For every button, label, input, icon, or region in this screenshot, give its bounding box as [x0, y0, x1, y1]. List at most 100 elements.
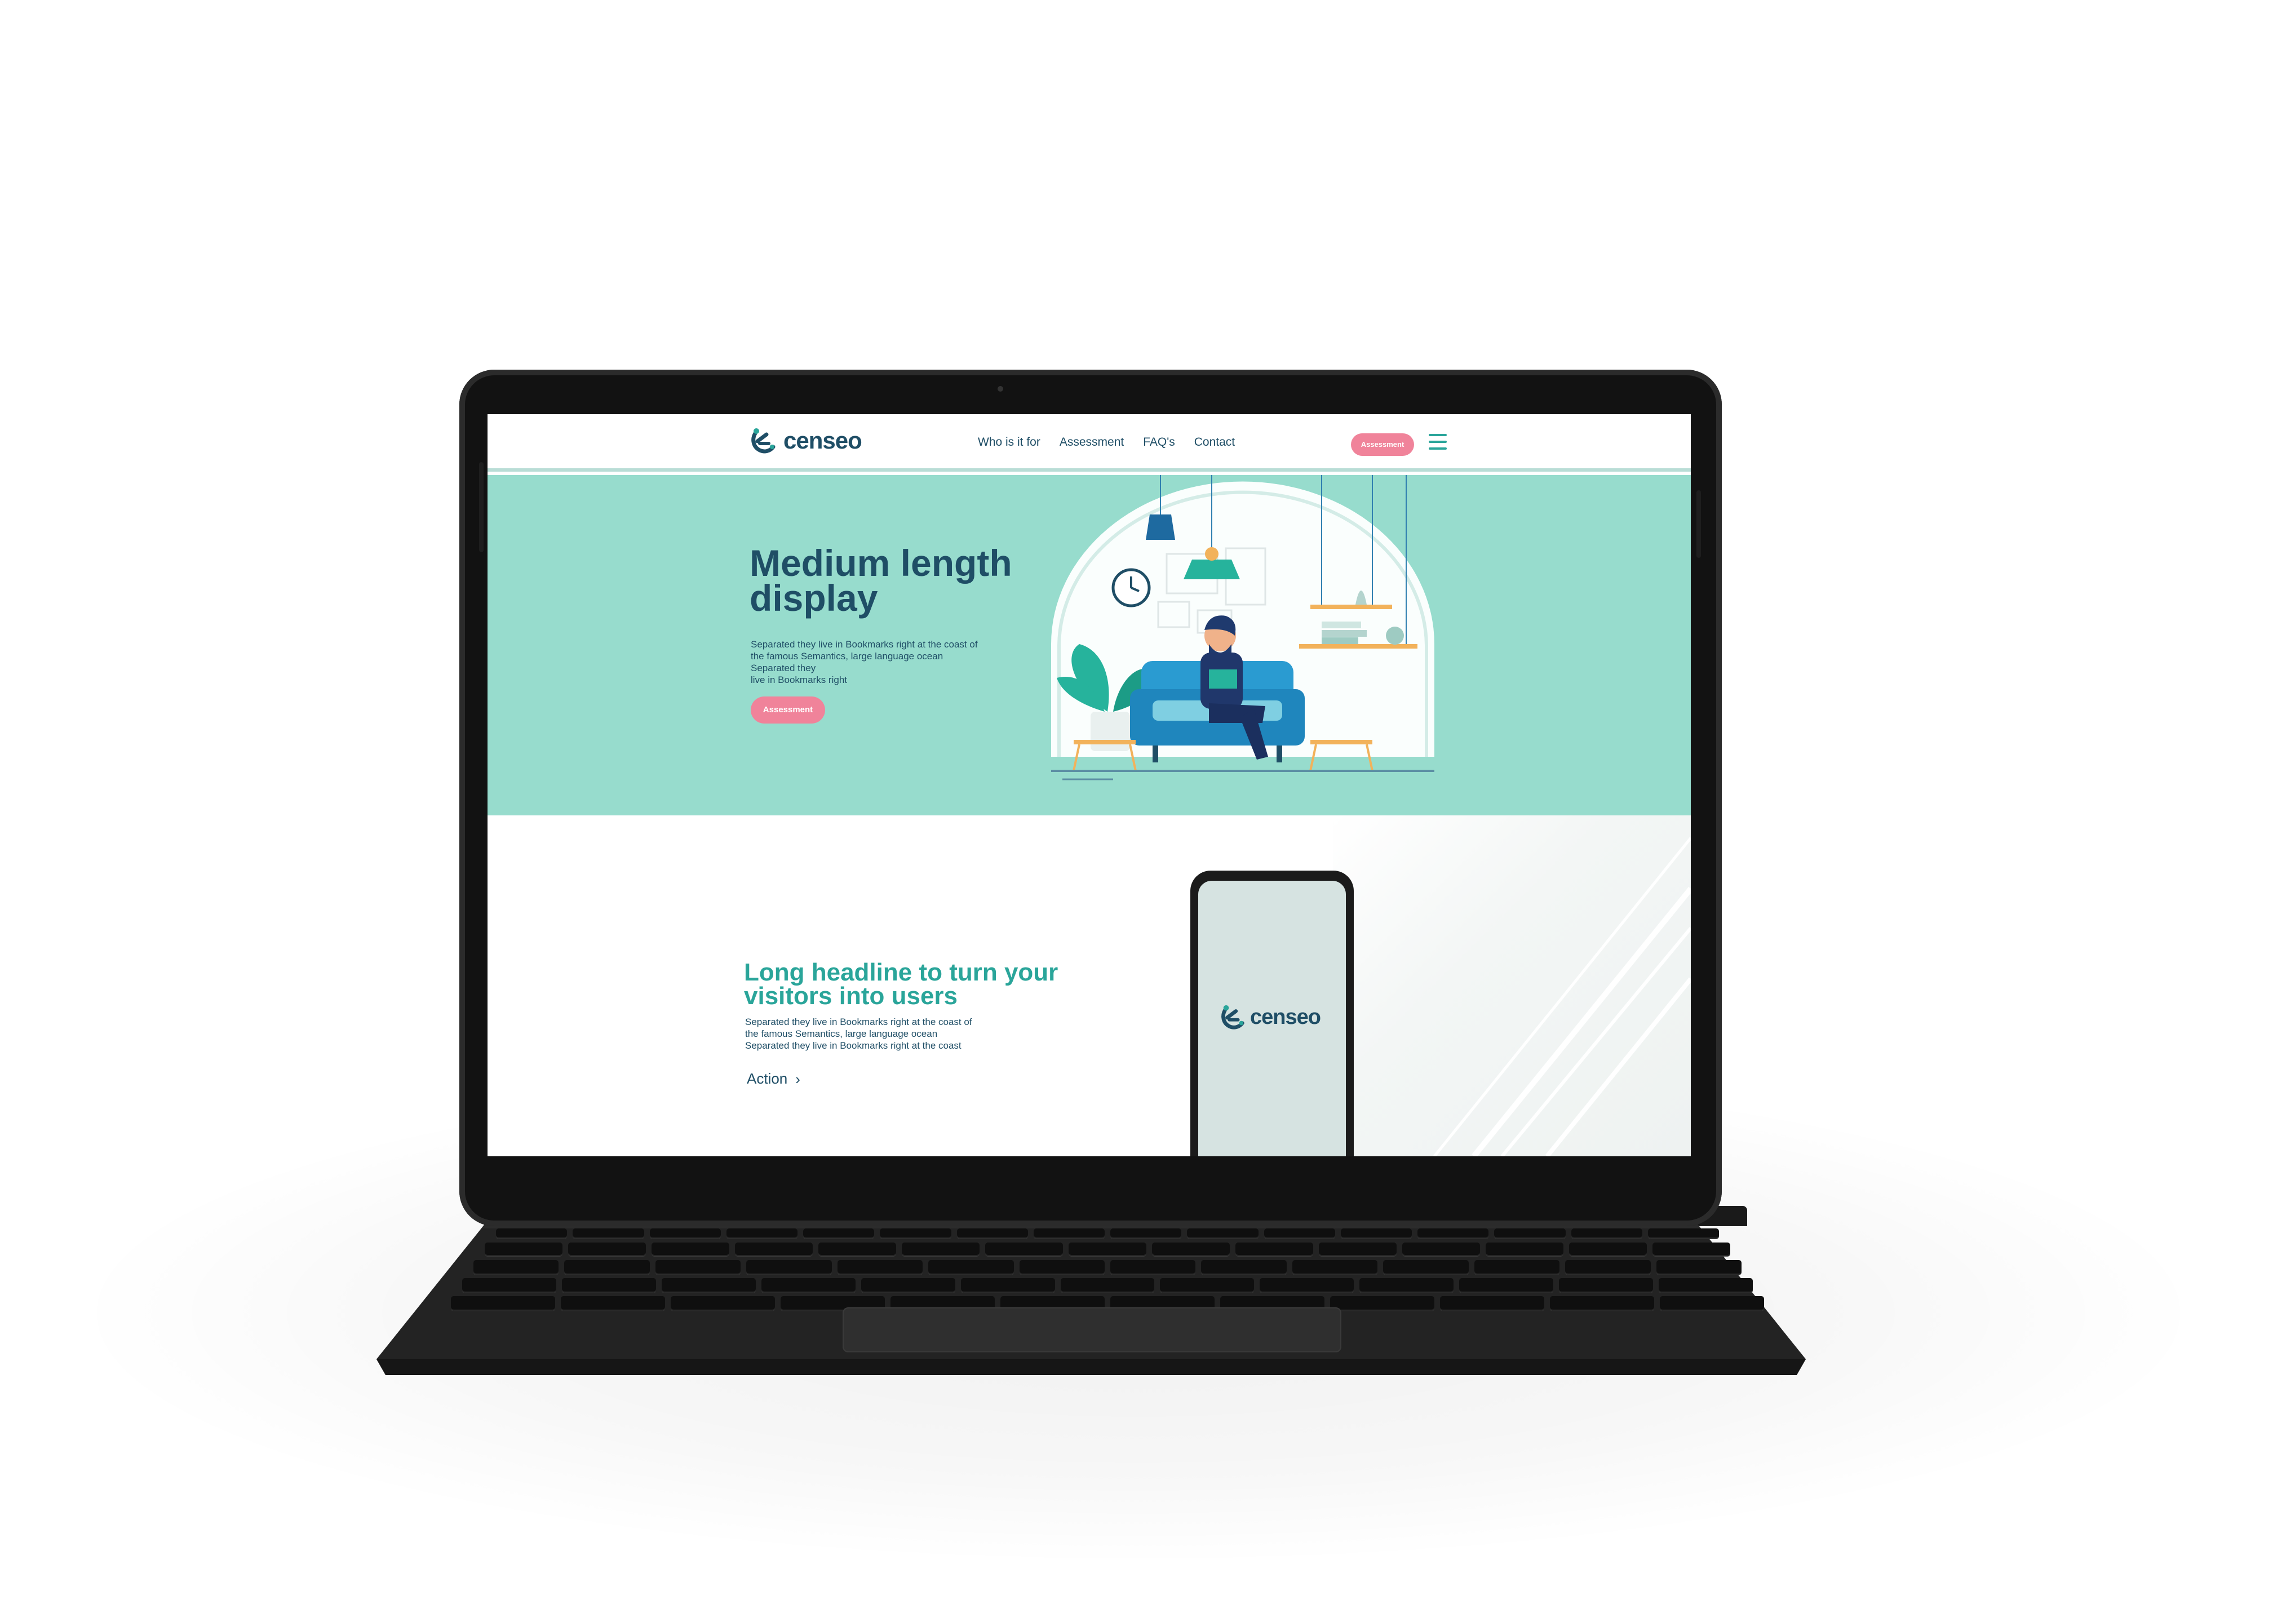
keyboard-key[interactable]	[568, 1243, 646, 1256]
keyboard-key[interactable]	[1571, 1228, 1642, 1239]
feature-subtitle-line: the famous Semantics, large language oce…	[745, 1028, 938, 1039]
phone-mockup: censeo	[1190, 871, 1354, 1156]
keyboard-key[interactable]	[561, 1296, 665, 1311]
keyboard-key[interactable]	[1656, 1260, 1742, 1275]
keyboard-key[interactable]	[1152, 1243, 1230, 1256]
keyboard-key[interactable]	[726, 1228, 797, 1239]
phone-screen: censeo	[1198, 881, 1346, 1156]
keyboard-key[interactable]	[1319, 1243, 1397, 1256]
keyboard-key[interactable]	[1494, 1228, 1566, 1239]
action-link[interactable]: Action ›	[747, 1070, 800, 1088]
phone-censeo-logo: censeo	[1220, 1004, 1321, 1031]
background-stripes	[1333, 815, 1691, 1156]
stripes-decoration	[1433, 837, 1691, 1156]
keyboard-key[interactable]	[1359, 1278, 1454, 1293]
keyboard-key[interactable]	[1060, 1278, 1155, 1293]
keyboard-key[interactable]	[1440, 1296, 1544, 1311]
power-button	[1696, 490, 1701, 558]
keyboard-key[interactable]	[1264, 1228, 1335, 1239]
keyboard-key[interactable]	[880, 1228, 951, 1239]
nav-assessment-button[interactable]: Assessment	[1351, 433, 1414, 456]
feature-subtitle: Separated they live in Bookmarks right a…	[745, 1016, 1038, 1051]
keyboard-key[interactable]	[1160, 1278, 1255, 1293]
censeo-logo-icon	[751, 428, 776, 454]
keyboard-key[interactable]	[1569, 1243, 1647, 1256]
trackpad[interactable]	[843, 1307, 1341, 1352]
phone-logo-text: censeo	[1250, 1005, 1321, 1029]
hero-subtitle-line: the famous Semantics, large language oce…	[751, 651, 943, 662]
keyboard-key[interactable]	[1652, 1243, 1730, 1256]
action-label: Action	[747, 1070, 788, 1087]
top-navigation: censeo Who is it for Assessment FAQ's Co…	[488, 414, 1691, 472]
chevron-right-icon: ›	[795, 1070, 800, 1088]
nav-link-who-is-it-for[interactable]: Who is it for	[978, 436, 1040, 449]
keyboard-key[interactable]	[1565, 1260, 1651, 1275]
keyboard-key[interactable]	[655, 1260, 741, 1275]
keyboard-key[interactable]	[573, 1228, 644, 1239]
keyboard-key[interactable]	[1110, 1228, 1182, 1239]
keyboard-key[interactable]	[746, 1260, 832, 1275]
website-screen: censeo Who is it for Assessment FAQ's Co…	[488, 414, 1691, 1156]
keyboard-key[interactable]	[462, 1278, 556, 1293]
nav-link-contact[interactable]: Contact	[1194, 436, 1235, 449]
keyboard-key[interactable]	[928, 1260, 1014, 1275]
keyboard-key[interactable]	[561, 1278, 656, 1293]
keyboard-key[interactable]	[1201, 1260, 1287, 1275]
keyboard-key[interactable]	[451, 1296, 555, 1311]
hero-subtitle-line: Separated they	[751, 663, 816, 673]
feature-title: Long headline to turn your visitors into…	[744, 959, 1058, 1010]
keyboard-key[interactable]	[735, 1243, 813, 1256]
keyboard-key[interactable]	[652, 1243, 729, 1256]
volume-button	[479, 462, 484, 552]
nav-link-faqs[interactable]: FAQ's	[1143, 436, 1175, 449]
keyboard-key[interactable]	[649, 1228, 721, 1239]
keyboard-key[interactable]	[902, 1243, 980, 1256]
keyboard-key[interactable]	[473, 1260, 559, 1275]
keyboard-key[interactable]	[1187, 1228, 1259, 1239]
hero-section: Medium length display Separated they liv…	[488, 475, 1691, 815]
keyboard-key[interactable]	[1459, 1278, 1554, 1293]
nav-links: Who is it for Assessment FAQ's Contact	[978, 436, 1235, 449]
keyboard-key[interactable]	[803, 1228, 875, 1239]
keyboard-key[interactable]	[837, 1260, 923, 1275]
keyboard-key[interactable]	[956, 1228, 1028, 1239]
keyboard-key[interactable]	[960, 1278, 1055, 1293]
keyboard-key[interactable]	[1550, 1296, 1654, 1311]
keyboard-key[interactable]	[1019, 1260, 1105, 1275]
reading-man-illustration	[1051, 475, 1434, 780]
keyboard-key[interactable]	[1110, 1260, 1196, 1275]
keyboard-key[interactable]	[1340, 1228, 1412, 1239]
keyboard-key[interactable]	[985, 1243, 1063, 1256]
nav-link-assessment[interactable]: Assessment	[1060, 436, 1124, 449]
keyboard-key[interactable]	[1260, 1278, 1354, 1293]
censeo-logo[interactable]: censeo	[750, 427, 862, 455]
keyboard-key[interactable]	[1559, 1278, 1654, 1293]
keyboard-key[interactable]	[1474, 1260, 1560, 1275]
keyboard-key[interactable]	[485, 1243, 562, 1256]
keyboard-key[interactable]	[671, 1296, 775, 1311]
keyboard-key[interactable]	[1647, 1228, 1719, 1239]
keyboard-key[interactable]	[1033, 1228, 1105, 1239]
keyboard-key[interactable]	[1417, 1228, 1489, 1239]
hero-assessment-button[interactable]: Assessment	[751, 696, 825, 724]
keyboard-key[interactable]	[564, 1260, 650, 1275]
keyboard-key[interactable]	[1069, 1243, 1146, 1256]
keyboard-key[interactable]	[1660, 1296, 1764, 1311]
keyboard-key[interactable]	[1659, 1278, 1753, 1293]
keyboard-key[interactable]	[818, 1243, 896, 1256]
keyboard-key[interactable]	[1383, 1260, 1469, 1275]
keyboard-key[interactable]	[1292, 1260, 1378, 1275]
keyboard-key[interactable]	[761, 1278, 856, 1293]
feature-section: Long headline to turn your visitors into…	[488, 815, 1691, 1156]
hamburger-menu-icon[interactable]	[1429, 434, 1447, 451]
keyboard-key[interactable]	[496, 1228, 568, 1239]
logo-text: censeo	[783, 427, 862, 454]
keyboard-key[interactable]	[1235, 1243, 1313, 1256]
keyboard-key[interactable]	[1330, 1296, 1434, 1311]
feature-subtitle-line: Separated they live in Bookmarks right a…	[745, 1017, 972, 1027]
keyboard-key[interactable]	[1402, 1243, 1480, 1256]
keyboard-key[interactable]	[661, 1278, 756, 1293]
hero-subtitle: Separated they live in Bookmarks right a…	[751, 638, 1033, 686]
keyboard-key[interactable]	[861, 1278, 955, 1293]
keyboard-key[interactable]	[1486, 1243, 1563, 1256]
